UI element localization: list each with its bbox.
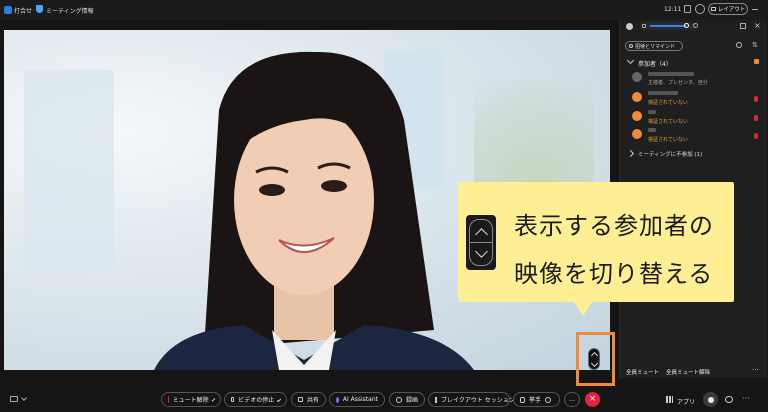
- stop-video-label: ビデオの停止: [238, 397, 275, 404]
- ai-assistant-label: AI Assistant: [342, 396, 378, 403]
- more-button[interactable]: …: [564, 392, 580, 407]
- shield-icon[interactable]: [36, 5, 43, 13]
- participant-row[interactable]: 主催者、プレゼンタ、自分: [632, 70, 764, 88]
- sort-icon[interactable]: ⇅: [752, 41, 758, 49]
- apps-label[interactable]: アプリ: [677, 397, 695, 406]
- mute-icon[interactable]: [754, 133, 758, 139]
- share-button[interactable]: 共有: [291, 392, 326, 407]
- invite-remind-button[interactable]: 招待とリマインド: [625, 41, 683, 51]
- layout-icon: [710, 7, 716, 11]
- unverified-status: 検証されていない: [648, 119, 688, 125]
- chevron-down-icon[interactable]: [277, 397, 282, 402]
- participants-header[interactable]: 参加者（4）: [638, 59, 672, 68]
- control-divider: [470, 242, 492, 243]
- unmute-label: ミュート解除: [172, 397, 209, 404]
- callout-line-2: 映像を切り替える: [514, 260, 714, 288]
- participant-name-redacted: [648, 110, 656, 114]
- callout-line-1: 表示する参加者の: [514, 212, 714, 240]
- not-joined-header[interactable]: ミーティングに不参加 (1): [638, 150, 702, 158]
- slider-handle[interactable]: [684, 23, 689, 28]
- mute-icon[interactable]: [754, 96, 758, 102]
- apps-icon[interactable]: [666, 396, 673, 403]
- leave-meeting-button[interactable]: ×: [585, 392, 600, 407]
- search-participants-icon[interactable]: [736, 42, 742, 48]
- expand-chevron-icon[interactable]: [626, 149, 635, 158]
- participant-name-redacted: [648, 72, 694, 76]
- avatar: [632, 92, 642, 102]
- share-label: 共有: [306, 397, 319, 404]
- clock-time: 12:11: [664, 6, 682, 13]
- host-alert-icon: [754, 59, 759, 64]
- record-icon: [396, 396, 402, 403]
- popout-icon[interactable]: [740, 23, 746, 29]
- mute-icon[interactable]: [754, 115, 758, 121]
- chevron-down-icon: [475, 245, 488, 258]
- participant-row[interactable]: 検証されていない: [632, 127, 764, 145]
- record-label: 録画: [405, 397, 418, 404]
- participant-roles: 主催者、プレゼンタ、自分: [648, 80, 708, 86]
- instruction-callout: 表示する参加者の 映像を切り替える: [458, 182, 734, 302]
- ai-assistant-button[interactable]: AI Assistant: [329, 392, 385, 407]
- ai-assistant-icon: [336, 396, 339, 403]
- close-icon[interactable]: ×: [754, 21, 761, 30]
- participant-name-redacted: [648, 91, 678, 95]
- raise-hand-label: 挙手: [529, 397, 542, 404]
- breakout-label: ブレイクアウト セッション: [441, 397, 515, 404]
- minimize-icon[interactable]: [752, 9, 758, 10]
- breakout-button[interactable]: ブレイクアウト セッション: [428, 392, 515, 407]
- highlight-frame: [576, 332, 615, 386]
- mute-all-button[interactable]: 全員ミュート: [626, 368, 659, 376]
- camera-icon: [231, 397, 235, 402]
- zoom-icon[interactable]: [695, 4, 705, 14]
- stop-video-button[interactable]: ビデオの停止: [224, 392, 287, 407]
- layout-button[interactable]: レイアウト: [708, 3, 748, 15]
- participants-icon: [707, 396, 714, 403]
- chevron-down-icon[interactable]: [211, 397, 216, 402]
- speaker-icon: [642, 24, 646, 28]
- network-icon[interactable]: [684, 5, 691, 13]
- chat-bubble-icon[interactable]: [725, 396, 733, 403]
- avatar: [632, 72, 642, 82]
- callout-pointer: [574, 302, 592, 316]
- app-label: 打合せ: [14, 8, 33, 15]
- unmute-button[interactable]: ミュート解除: [161, 392, 221, 407]
- share-icon: [298, 397, 303, 402]
- slider-track: [650, 25, 686, 27]
- volume-slider[interactable]: [640, 22, 696, 30]
- participant-name-redacted: [648, 128, 656, 132]
- mic-muted-icon: [168, 396, 169, 403]
- more-options-icon[interactable]: ···: [752, 366, 759, 374]
- title-bar: 打合せ ミーティング情報 12:11 レイアウト: [0, 0, 768, 20]
- control-pill: [469, 219, 493, 266]
- search-icon[interactable]: [693, 23, 698, 28]
- meeting-info-link[interactable]: ミーティング情報: [46, 6, 94, 15]
- record-button[interactable]: 録画: [389, 392, 425, 407]
- more-label: …: [569, 396, 575, 403]
- reaction-icon[interactable]: [545, 396, 552, 403]
- avatar: [632, 111, 642, 121]
- add-person-icon: [629, 44, 633, 48]
- invite-label: 招待とリマインド: [635, 43, 676, 50]
- chevron-up-icon: [475, 228, 488, 241]
- hand-icon: [520, 396, 525, 403]
- unverified-status: 検証されていない: [648, 137, 688, 143]
- unmute-all-button[interactable]: 全員ミュート解除: [666, 368, 710, 376]
- participant-row[interactable]: 検証されていない: [632, 90, 764, 108]
- unverified-status: 検証されていない: [648, 100, 688, 106]
- captions-icon[interactable]: [10, 396, 18, 402]
- participants-toggle-button[interactable]: [703, 392, 718, 407]
- breakout-icon: [435, 396, 437, 403]
- avatar: [632, 129, 642, 139]
- close-icon: ×: [588, 394, 597, 404]
- collapse-chevron-icon[interactable]: [626, 56, 635, 65]
- more-options-icon[interactable]: ···: [742, 394, 750, 403]
- participant-row[interactable]: 検証されていない: [632, 109, 764, 127]
- chat-icon[interactable]: [626, 23, 633, 30]
- layout-label: レイアウト: [717, 7, 746, 13]
- switch-control-illustration: [466, 215, 496, 270]
- app-logo-icon: [4, 6, 12, 14]
- raise-hand-button[interactable]: 挙手: [513, 392, 560, 407]
